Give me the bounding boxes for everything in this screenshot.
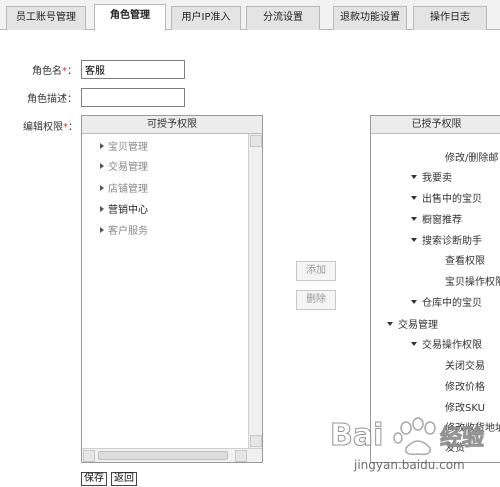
collapse-arrow-icon — [411, 300, 417, 304]
granted-item[interactable]: 橱窗推荐 — [411, 211, 462, 226]
role-name-label: 角色名*： — [32, 62, 77, 77]
granted-item-label: 出售中的宝贝 — [422, 194, 482, 205]
available-item[interactable]: 客户服务 — [100, 222, 148, 237]
label-colon: ： — [67, 66, 77, 77]
granted-item[interactable]: 关闭交易 — [445, 357, 485, 372]
tab-bar: 员工账号管理 角色管理 用户IP准入 分流设置 退款功能设置 操作日志 — [0, 0, 500, 31]
granted-item[interactable]: 宝贝操作权限 — [445, 273, 500, 288]
tab-user-ip-access[interactable]: 用户IP准入 — [171, 6, 241, 30]
granted-item-label: 交易管理 — [398, 320, 438, 331]
expand-arrow-icon — [100, 227, 104, 233]
tab-role-management[interactable]: 角色管理 — [94, 4, 166, 31]
available-item-label: 宝贝管理 — [108, 142, 148, 153]
tab-operation-log[interactable]: 操作日志 — [413, 6, 487, 30]
granted-item-label: 关闭交易 — [445, 361, 485, 372]
role-name-label-text: 角色名 — [32, 66, 62, 77]
horizontal-scrollbar[interactable] — [82, 448, 262, 462]
granted-item-label: 橱窗推荐 — [422, 215, 462, 226]
collapse-arrow-icon — [387, 322, 393, 326]
granted-item-label: 查看权限 — [445, 256, 485, 267]
expand-arrow-icon — [100, 163, 104, 169]
available-item[interactable]: 交易管理 — [100, 158, 148, 173]
edit-perm-label: 编辑权限*： — [23, 118, 78, 133]
add-button[interactable]: 添加 — [296, 261, 336, 281]
available-item-label: 交易管理 — [108, 162, 148, 173]
granted-item[interactable]: 仓库中的宝贝 — [411, 294, 482, 309]
collapse-arrow-icon — [411, 217, 417, 221]
tab-refund-settings[interactable]: 退款功能设置 — [333, 6, 407, 30]
granted-item-label: 搜索诊断助手 — [422, 236, 482, 247]
scroll-thumb[interactable] — [98, 451, 228, 460]
remove-button[interactable]: 删除 — [296, 290, 336, 310]
role-desc-input[interactable] — [81, 88, 185, 107]
available-item-label: 店铺管理 — [108, 184, 148, 195]
baidu-watermark: Bai 经验 jingyan.baidu.com — [318, 408, 500, 484]
watermark-url: jingyan.baidu.com — [354, 458, 465, 472]
role-desc-label-text: 角色描述 — [27, 94, 67, 105]
collapse-arrow-icon — [411, 196, 417, 200]
tab-staff-accounts[interactable]: 员工账号管理 — [6, 6, 86, 30]
label-colon: ： — [68, 122, 78, 133]
available-permissions-panel: 可授予权限 宝贝管理 交易管理 店铺管理 营销中心 客户服务 — [81, 115, 263, 463]
available-item-label: 营销中心 — [108, 205, 148, 216]
collapse-arrow-icon — [411, 175, 417, 179]
role-desc-label: 角色描述： — [27, 90, 77, 105]
granted-item[interactable]: 交易操作权限 — [411, 336, 482, 351]
granted-item[interactable]: 修改价格 — [445, 378, 485, 393]
granted-item-label: 交易操作权限 — [422, 340, 482, 351]
expand-arrow-icon — [100, 143, 104, 149]
granted-item-label: 仓库中的宝贝 — [422, 298, 482, 309]
available-item[interactable]: 店铺管理 — [100, 180, 148, 195]
granted-item[interactable]: 修改/删除邮 — [445, 149, 498, 164]
vertical-scrollbar[interactable] — [248, 134, 262, 448]
granted-item-label: 我要卖 — [422, 173, 452, 184]
role-name-input[interactable] — [81, 60, 185, 79]
granted-item-label: 修改价格 — [445, 382, 485, 393]
scroll-right-icon[interactable] — [235, 450, 247, 462]
available-item[interactable]: 营销中心 — [100, 201, 148, 216]
granted-item[interactable]: 我要卖 — [411, 169, 452, 184]
available-item[interactable]: 宝贝管理 — [100, 138, 148, 153]
scroll-left-icon[interactable] — [83, 450, 95, 462]
available-item-label: 客户服务 — [108, 226, 148, 237]
collapse-arrow-icon — [411, 238, 417, 242]
tab-traffic-split[interactable]: 分流设置 — [246, 6, 320, 30]
expand-arrow-icon — [100, 185, 104, 191]
granted-item[interactable]: 查看权限 — [445, 252, 485, 267]
granted-permissions-title: 已授予权限 — [371, 116, 500, 134]
edit-perm-label-text: 编辑权限 — [23, 122, 63, 133]
granted-item[interactable]: 出售中的宝贝 — [411, 190, 482, 205]
available-permissions-title: 可授予权限 — [82, 116, 262, 134]
expand-arrow-icon — [100, 206, 104, 212]
watermark-suffix: 经验 — [439, 426, 485, 452]
collapse-arrow-icon — [411, 342, 417, 346]
granted-item-label: 修改/删除邮 — [445, 153, 499, 164]
granted-item-label: 宝贝操作权限 — [445, 277, 500, 288]
watermark-brand: Bai — [329, 418, 384, 454]
granted-item[interactable]: 搜索诊断助手 — [411, 232, 482, 247]
label-colon: ： — [67, 94, 77, 105]
scroll-up-icon[interactable] — [250, 135, 262, 147]
granted-item[interactable]: 交易管理 — [387, 316, 438, 331]
scroll-down-icon[interactable] — [250, 435, 262, 447]
